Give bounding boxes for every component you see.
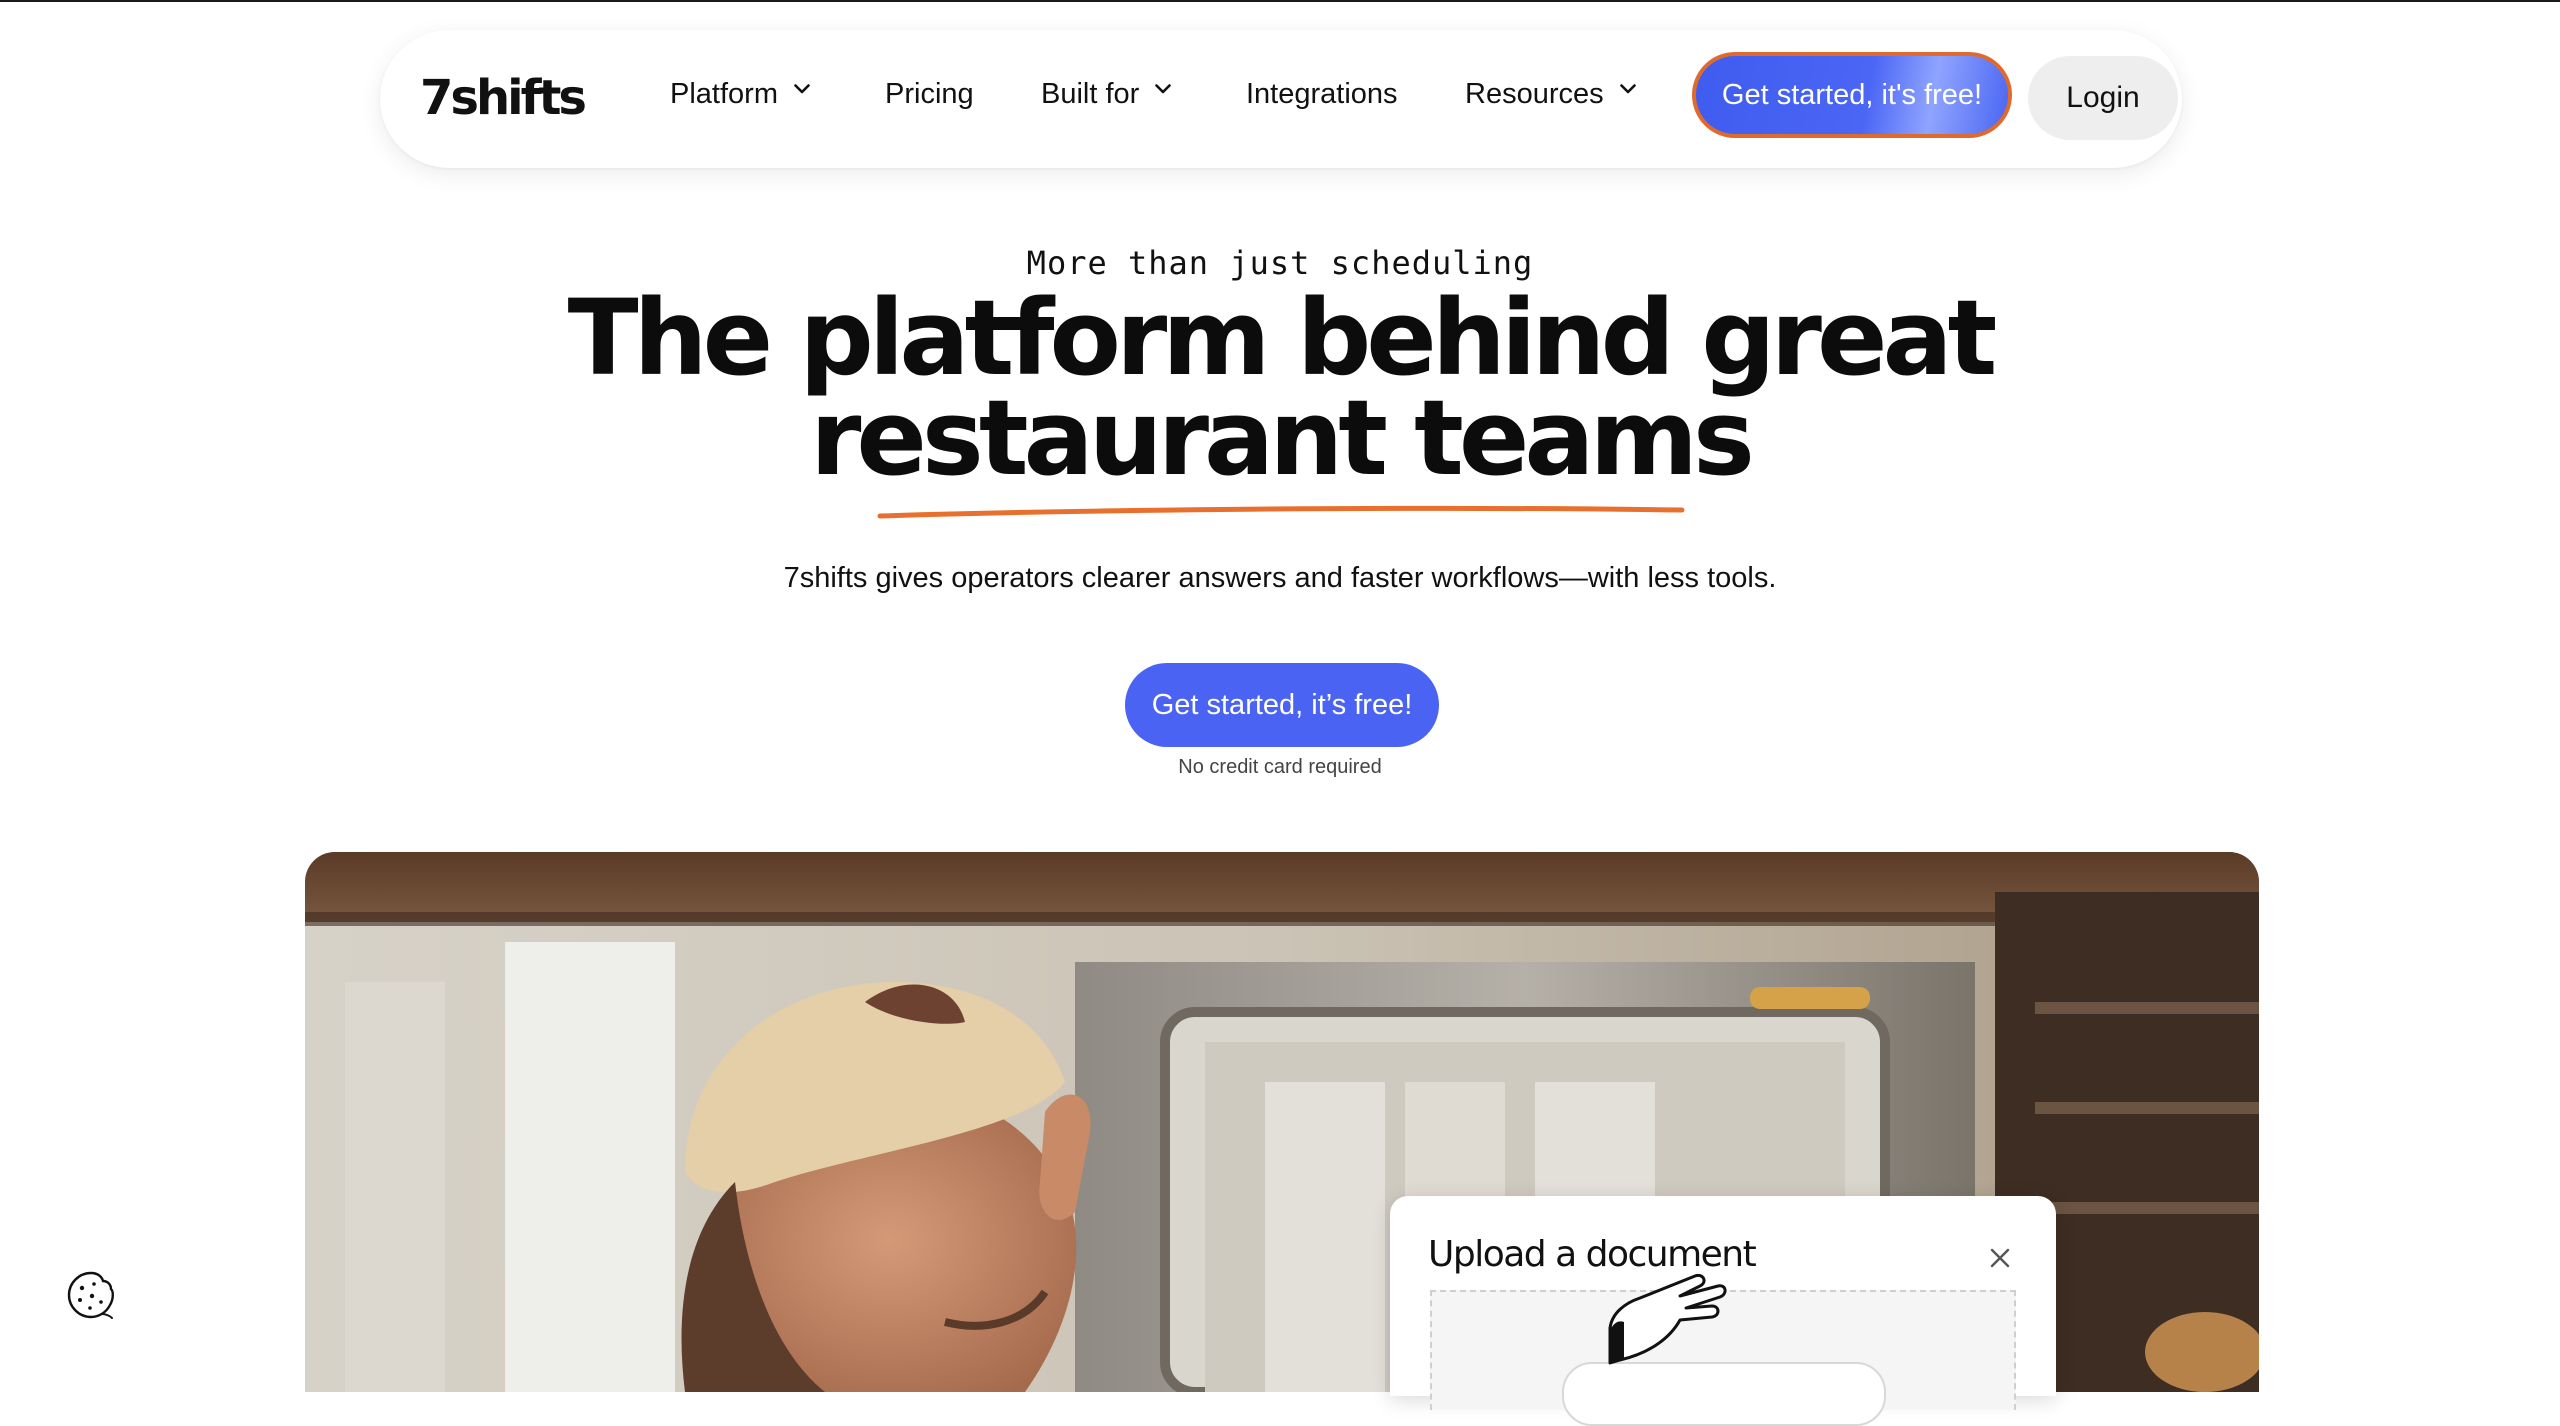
nav-item-label: Integrations — [1246, 78, 1398, 110]
chevron-down-icon — [1619, 83, 1636, 98]
hero-headline: The platform behind great restaurant tea… — [0, 277, 2560, 499]
nav-item-label: Resources — [1465, 78, 1604, 110]
nav-item-label: Platform — [670, 78, 778, 110]
chevron-down-icon — [1155, 83, 1172, 98]
headline-line-2: restaurant teams — [810, 377, 1755, 499]
upload-dropzone[interactable] — [1430, 1273, 2016, 1426]
main-navigation: 7shifts Platform Pricing Built for Integ… — [380, 30, 2182, 168]
chevron-down-icon — [794, 83, 810, 98]
nav-item-label: Built for — [1041, 78, 1140, 110]
upload-document-card: Upload a document — [1390, 1196, 2056, 1426]
nav-item-platform[interactable]: Platform — [670, 78, 810, 111]
cookie-icon[interactable] — [66, 1270, 116, 1320]
logo[interactable]: 7shifts — [420, 70, 587, 126]
nav-item-resources[interactable]: Resources — [1465, 78, 1636, 111]
nav-item-integrations[interactable]: Integrations — [1246, 78, 1398, 111]
close-icon[interactable] — [1988, 1246, 2012, 1270]
nav-item-label: Pricing — [885, 78, 974, 110]
nav-item-pricing[interactable]: Pricing — [885, 78, 974, 111]
get-started-hero-button[interactable]: Get started, it’s free! — [1125, 663, 1439, 747]
headline-underline — [877, 505, 1685, 519]
hand-pointer-icon — [1600, 1268, 1740, 1373]
get-started-nav-button[interactable]: Get started, it's free! — [1692, 52, 2012, 138]
nav-item-built-for[interactable]: Built for — [1041, 78, 1172, 111]
hero-subtitle: 7shifts gives operators clearer answers … — [783, 562, 1777, 594]
top-border — [0, 0, 2560, 2]
headline-line-1: The platform behind great — [567, 277, 1998, 399]
login-button[interactable]: Login — [2028, 56, 2178, 140]
no-credit-card-note: No credit card required — [1178, 756, 1382, 778]
